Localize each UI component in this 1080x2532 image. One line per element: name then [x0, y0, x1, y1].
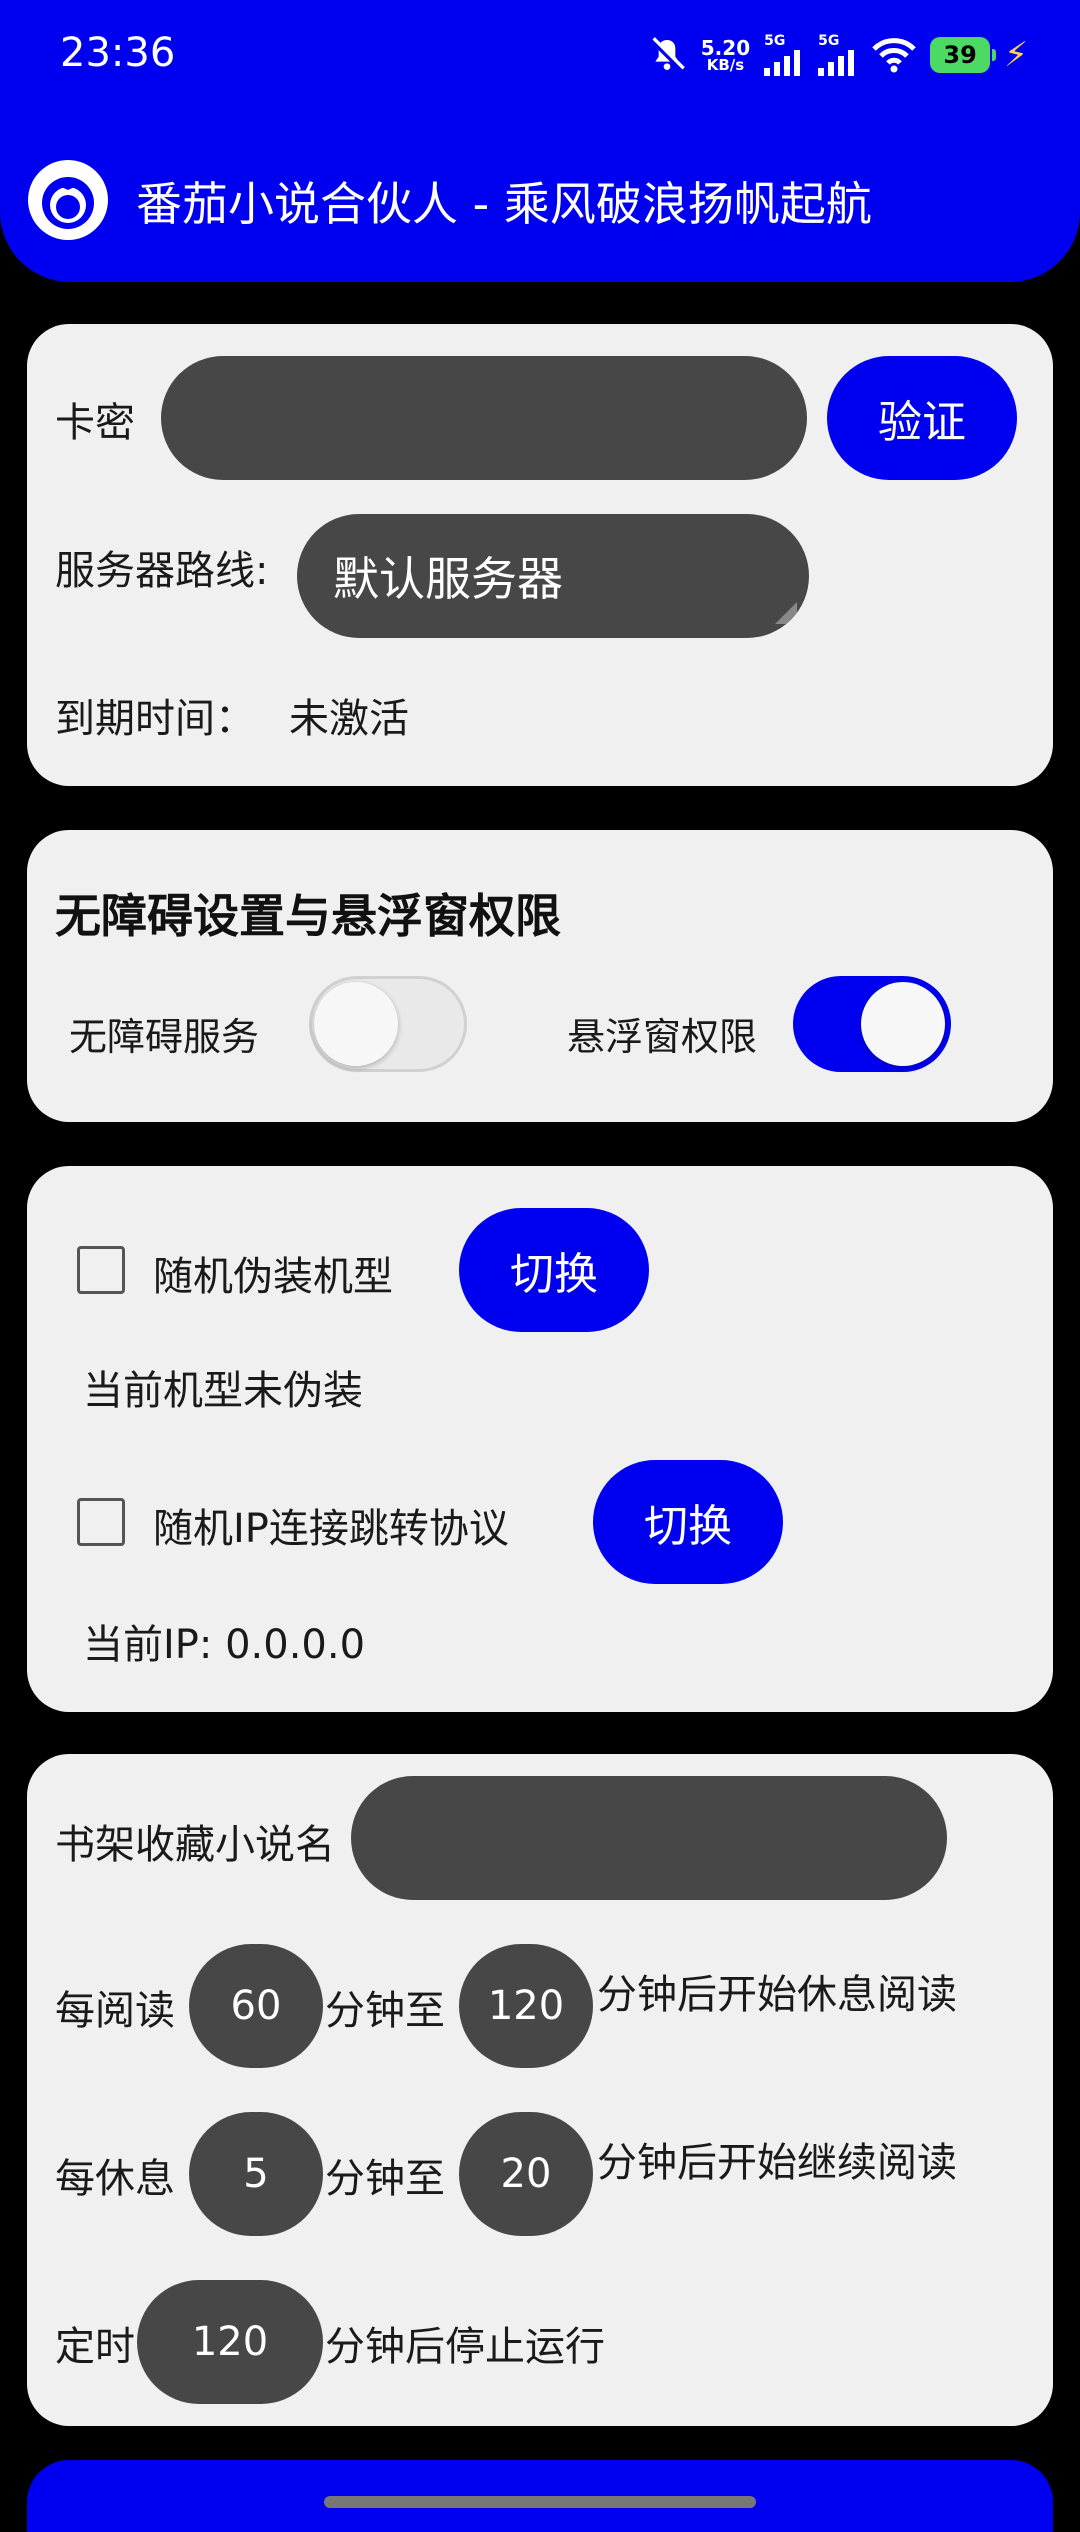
- server-label: 服务器路线:: [55, 548, 269, 594]
- tomato-icon: [42, 177, 94, 229]
- server-select[interactable]: 默认服务器: [297, 514, 809, 638]
- bookshelf-input[interactable]: [351, 1776, 947, 1900]
- timer-input[interactable]: 120: [137, 2280, 323, 2404]
- charging-bolt-icon: ⚡: [1004, 35, 1028, 75]
- rest-mid: 分钟至: [325, 2156, 445, 2202]
- expire-label: 到期时间：: [55, 696, 255, 742]
- verify-button[interactable]: 验证: [827, 356, 1017, 480]
- permissions-card: 无障碍设置与悬浮窗权限 无障碍服务 悬浮窗权限: [27, 830, 1053, 1122]
- activation-card: 卡密 验证 服务器路线: 默认服务器 到期时间： 未激活: [27, 324, 1053, 786]
- rest-prefix: 每休息: [55, 2156, 175, 2202]
- status-icons: 5.20 KB/s 5G 5G 39 ⚡: [647, 32, 1028, 78]
- ip-status: 当前IP: 0.0.0.0: [83, 1622, 366, 1668]
- app-header: 23:36 5.20 KB/s 5G 5G 39 ⚡ 番茄小说合伙人 - 乘风破…: [0, 0, 1080, 282]
- app-title: 番茄小说合伙人 - 乘风破浪扬帆起航: [136, 177, 872, 231]
- overlay-label: 悬浮窗权限: [567, 1015, 758, 1059]
- rest-suffix: 分钟后开始继续阅读: [597, 2140, 957, 2186]
- server-select-value: 默认服务器: [333, 552, 563, 606]
- rest-max-input[interactable]: 20: [459, 2112, 593, 2236]
- expire-value: 未激活: [289, 696, 409, 742]
- toggle-knob: [314, 982, 398, 1066]
- status-time: 23:36: [60, 30, 176, 76]
- ip-checkbox-label: 随机IP连接跳转协议: [153, 1506, 509, 1552]
- app-screen: 23:36 5.20 KB/s 5G 5G 39 ⚡ 番茄小说合伙人 - 乘风破…: [0, 0, 1080, 2532]
- key-label: 卡密: [55, 400, 135, 446]
- timer-suffix: 分钟后停止运行: [325, 2324, 605, 2370]
- app-logo: [28, 160, 108, 240]
- rest-min-input[interactable]: 5: [189, 2112, 323, 2236]
- device-checkbox[interactable]: [77, 1246, 125, 1294]
- key-input[interactable]: [161, 356, 807, 480]
- reading-card: 书架收藏小说名 每阅读 60 分钟至 120 分钟后开始休息阅读 每休息 5 分…: [27, 1754, 1053, 2426]
- battery-indicator: 39: [930, 37, 997, 73]
- device-status: 当前机型未伪装: [83, 1368, 363, 1414]
- disguise-card: 随机伪装机型 切换 当前机型未伪装 随机IP连接跳转协议 切换 当前IP: 0.…: [27, 1166, 1053, 1712]
- net-speed: 5.20 KB/s: [701, 38, 750, 73]
- net-speed-unit: KB/s: [706, 55, 745, 74]
- bookshelf-label: 书架收藏小说名: [55, 1822, 335, 1868]
- read-max-input[interactable]: 120: [459, 1944, 593, 2068]
- sim2-signal: 5G: [818, 34, 858, 76]
- permissions-title: 无障碍设置与悬浮窗权限: [55, 889, 561, 943]
- home-indicator[interactable]: [324, 2496, 756, 2508]
- wifi-icon: [872, 38, 916, 73]
- sim1-label: 5G: [764, 33, 786, 49]
- accessibility-toggle[interactable]: [309, 976, 467, 1072]
- sim2-label: 5G: [818, 33, 840, 49]
- device-switch-button[interactable]: 切换: [459, 1208, 649, 1332]
- dropdown-corner-icon: [775, 602, 797, 624]
- device-checkbox-label: 随机伪装机型: [153, 1254, 393, 1300]
- read-min-input[interactable]: 60: [189, 1944, 323, 2068]
- read-prefix: 每阅读: [55, 1988, 175, 2034]
- signal-bars-icon: [764, 50, 801, 76]
- mute-bell-icon: [649, 37, 685, 72]
- read-suffix: 分钟后开始休息阅读: [597, 1972, 957, 2018]
- overlay-toggle[interactable]: [793, 976, 951, 1072]
- signal-bars-icon: [818, 50, 855, 76]
- net-speed-value: 5.20: [700, 35, 751, 60]
- ip-checkbox[interactable]: [77, 1498, 125, 1546]
- accessibility-label: 无障碍服务: [69, 1015, 260, 1059]
- read-mid: 分钟至: [325, 1988, 445, 2034]
- ip-switch-button[interactable]: 切换: [593, 1460, 783, 1584]
- timer-prefix: 定时: [55, 2324, 135, 2370]
- toggle-knob: [861, 982, 945, 1066]
- sim1-signal: 5G: [764, 34, 804, 76]
